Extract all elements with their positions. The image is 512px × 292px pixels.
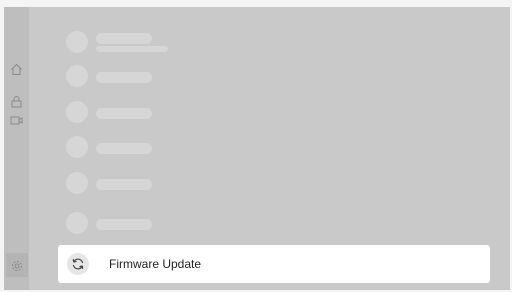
placeholder-icon [66, 101, 88, 123]
placeholder-icon [66, 212, 88, 234]
placeholder-subtitle [96, 46, 168, 52]
placeholder-title [96, 219, 152, 230]
dimmed-screen: Firmware Update [4, 7, 510, 290]
placeholder-title [96, 179, 152, 190]
firmware-update-item[interactable]: Firmware Update [58, 245, 490, 283]
placeholder-title [96, 143, 152, 154]
placeholder-title [96, 72, 152, 83]
refresh-icon [67, 253, 89, 275]
settings-icon[interactable] [9, 258, 24, 273]
camera-icon[interactable] [9, 113, 24, 128]
placeholder-icon [66, 31, 88, 53]
placeholder-icon [66, 136, 88, 158]
placeholder-title [96, 108, 152, 119]
placeholder-icon [66, 172, 88, 194]
placeholder-icon [66, 65, 88, 87]
sidebar [4, 7, 29, 290]
home-icon[interactable] [9, 62, 24, 77]
firmware-update-label: Firmware Update [109, 257, 202, 271]
placeholder-title [96, 33, 152, 44]
lock-icon[interactable] [9, 94, 24, 109]
